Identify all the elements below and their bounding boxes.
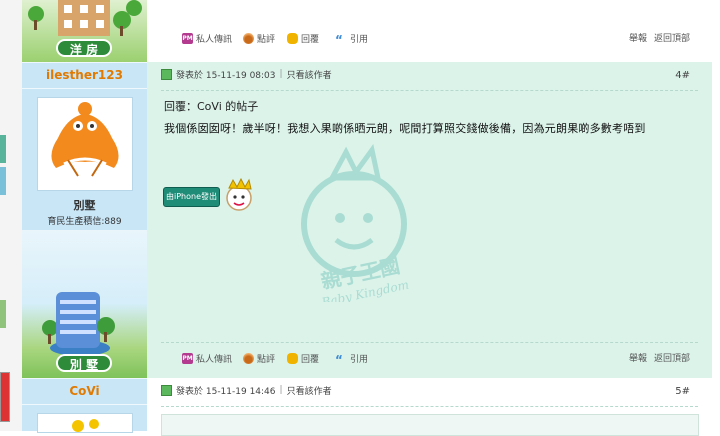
- post-number[interactable]: 5#: [675, 386, 690, 397]
- divider: [22, 378, 147, 379]
- divider: [161, 406, 698, 407]
- house-level-button[interactable]: 洋 房: [56, 39, 112, 57]
- reply-action[interactable]: 回覆: [287, 31, 319, 45]
- avatar[interactable]: [37, 413, 133, 433]
- report-link[interactable]: 舉報: [629, 31, 647, 44]
- iphone-badge[interactable]: 由iPhone發出: [163, 187, 220, 207]
- quote-label: 引用: [350, 354, 369, 365]
- author-only-link[interactable]: 只看該作者: [287, 68, 332, 81]
- pm-icon: PM: [182, 352, 193, 364]
- username-link[interactable]: CoVi: [22, 384, 147, 398]
- bowl-icon: [243, 352, 254, 364]
- divider: [22, 62, 147, 63]
- speech-bubble-icon: [287, 352, 298, 364]
- back-to-top-link[interactable]: 返回頂部: [654, 351, 690, 364]
- post-4: 發表於 15-11-19 08:03 | 只看該作者 4# 回覆：CoVi 的帖…: [147, 62, 712, 378]
- pm-action[interactable]: PM 私人傳訊: [182, 351, 232, 365]
- post-meta: 發表於 15-11-19 08:03 | 只看該作者: [161, 66, 332, 82]
- quote-action[interactable]: “ 引用: [335, 31, 369, 47]
- divider: [22, 88, 147, 89]
- user-stat: 育民生產積信:889: [47, 217, 122, 227]
- thread-main: PM 私人傳訊 點評 回覆 “引用 舉報 返回頂部 發表於 15-11-19 08…: [147, 0, 712, 436]
- strip-green-block: [0, 300, 6, 328]
- user-rank: 別墅: [73, 199, 96, 212]
- username-link[interactable]: ilesther123: [22, 68, 147, 82]
- quote-box: [161, 414, 699, 436]
- rate-label: 點評: [257, 34, 276, 45]
- mascot-icon: [226, 178, 252, 211]
- back-to-top-link[interactable]: 返回頂部: [654, 31, 690, 44]
- quote-icon: “: [335, 32, 343, 47]
- post-date: 發表於 15-11-19 08:03: [176, 70, 276, 81]
- house-badge-mid: 別 墅: [22, 230, 147, 378]
- divider: [161, 90, 698, 91]
- strip-red-block: [0, 372, 10, 422]
- post-title: 回覆：CoVi 的帖子: [164, 100, 259, 113]
- reply-label: 回覆: [301, 34, 320, 45]
- strip-green-block: [0, 135, 6, 163]
- post-number[interactable]: 4#: [675, 70, 690, 81]
- post-meta: 發表於 15-11-19 14:46 | 只看該作者: [161, 382, 332, 398]
- rate-action[interactable]: 點評: [243, 351, 275, 365]
- divider: [161, 342, 698, 343]
- post-date: 發表於 15-11-19 14:46: [176, 386, 276, 397]
- strip-blue-block: [0, 167, 6, 195]
- speech-bubble-icon: [287, 32, 298, 44]
- post-5: 發表於 15-11-19 14:46 | 只看該作者 5#: [147, 378, 712, 436]
- post-actions-toolbar: PM 私人傳訊 點評 回覆 “ 引用 舉報 返回頂部: [147, 24, 712, 52]
- pm-label: 私人傳訊: [196, 34, 233, 45]
- avatar[interactable]: [37, 97, 133, 191]
- online-icon: [161, 384, 172, 396]
- watermark-logo: 親子王國 Baby Kingdom: [301, 144, 410, 302]
- report-link[interactable]: 舉報: [629, 351, 647, 364]
- post-actions-toolbar: PM 私人傳訊 點評 回覆 “ 引用 舉報 返回頂部: [147, 344, 712, 372]
- rate-label: 點評: [257, 354, 276, 365]
- reply-action[interactable]: 回覆: [287, 351, 319, 365]
- quote-action[interactable]: “ 引用: [335, 351, 369, 367]
- reply-label: 回覆: [301, 354, 320, 365]
- quote-icon: “: [335, 352, 343, 367]
- house-level-button[interactable]: 別 墅: [56, 354, 112, 372]
- rate-action[interactable]: 點評: [243, 31, 275, 45]
- browser-left-strip: [0, 0, 23, 431]
- author-only-link[interactable]: 只看該作者: [287, 384, 332, 397]
- quote-label: 引用: [350, 34, 369, 45]
- house-badge-top: 洋 房: [22, 0, 147, 62]
- pm-icon: PM: [182, 32, 193, 44]
- divider: [22, 404, 147, 405]
- pm-label: 私人傳訊: [196, 354, 233, 365]
- bowl-icon: [243, 32, 254, 44]
- pm-action[interactable]: PM 私人傳訊: [182, 31, 232, 45]
- user-sidebar: 洋 房 ilesther123 別墅 育民生產積信:889 別 墅 CoVi: [22, 0, 147, 433]
- avatar-image: [51, 102, 119, 177]
- avatar-image: [72, 419, 99, 432]
- online-icon: [161, 68, 172, 80]
